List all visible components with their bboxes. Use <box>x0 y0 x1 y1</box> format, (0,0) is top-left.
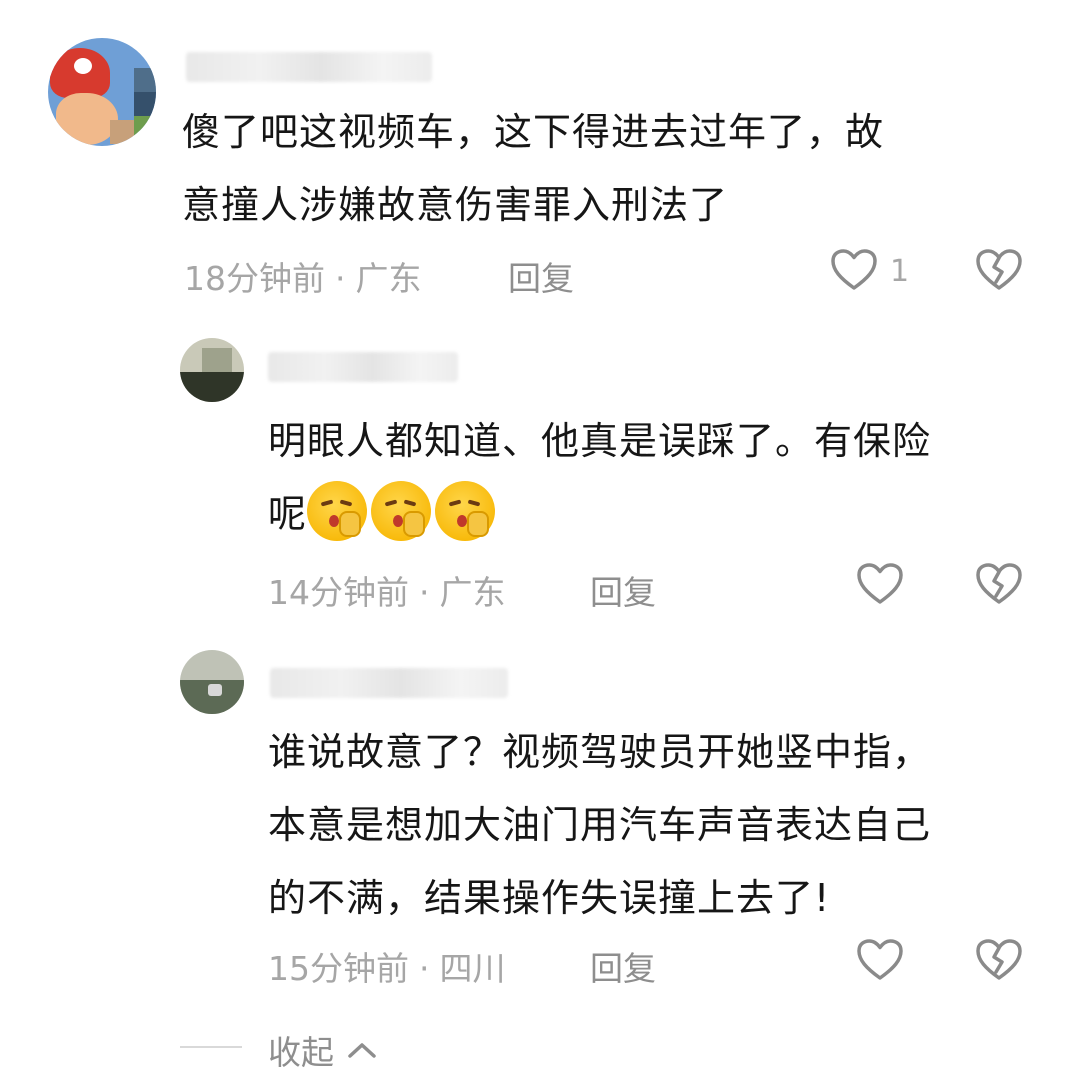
heart-outline-icon <box>831 249 877 290</box>
reply-location: 四川 <box>439 949 506 988</box>
shushing-face-emoji <box>371 481 432 541</box>
chevron-up-icon <box>347 1043 376 1058</box>
reply-username-blurred[interactable] <box>270 668 508 698</box>
broken-heart-icon <box>976 563 1022 604</box>
reply-text: 明眼人都知道、他真是误踩了。有保险 呢 <box>268 405 931 551</box>
broken-heart-icon <box>976 939 1022 980</box>
reply-username-blurred[interactable] <box>268 352 458 382</box>
reply-button[interactable]: 回复 <box>590 942 656 990</box>
comment-meta: 18分钟前 · 广东 <box>184 259 422 298</box>
like-button[interactable] <box>856 938 904 986</box>
reply-location: 广东 <box>439 573 506 612</box>
broken-heart-icon <box>976 249 1022 290</box>
dislike-button[interactable] <box>975 562 1023 610</box>
reply-avatar[interactable] <box>180 650 244 714</box>
heart-outline-icon <box>857 939 903 980</box>
comment-location: 广东 <box>355 259 422 298</box>
like-button[interactable] <box>856 562 904 610</box>
dislike-button[interactable] <box>975 248 1023 296</box>
shushing-face-emoji <box>307 481 368 541</box>
heart-outline-icon <box>857 563 903 604</box>
comment-time: 18分钟前 <box>184 259 325 298</box>
like-count: 1 <box>890 254 910 289</box>
reply-text: 谁说故意了？视频驾驶员开她竖中指， 本意是想加大油门用汽车声音表达自己 的不满，… <box>268 730 932 920</box>
comment-text: 傻了吧这视频车，这下得进去过年了，故 意撞人涉嫌故意伤害罪入刑法了 <box>182 110 885 227</box>
reply-button[interactable]: 回复 <box>508 252 574 300</box>
collapse-button[interactable]: 收起 <box>268 1026 377 1074</box>
collapse-divider <box>180 1046 242 1048</box>
like-button[interactable] <box>830 248 878 296</box>
reply-meta: 14分钟前 · 广东 <box>268 573 506 612</box>
reply-avatar[interactable] <box>180 338 244 402</box>
shushing-face-emoji <box>435 481 496 541</box>
reply-time: 15分钟前 <box>268 949 409 988</box>
commenter-username-blurred[interactable] <box>186 52 432 82</box>
collapse-label: 收起 <box>268 1033 334 1072</box>
reply-button[interactable]: 回复 <box>590 566 656 614</box>
dislike-button[interactable] <box>975 938 1023 986</box>
reply-meta: 15分钟前 · 四川 <box>268 949 506 988</box>
commenter-avatar[interactable] <box>48 38 156 146</box>
reply-time: 14分钟前 <box>268 573 409 612</box>
